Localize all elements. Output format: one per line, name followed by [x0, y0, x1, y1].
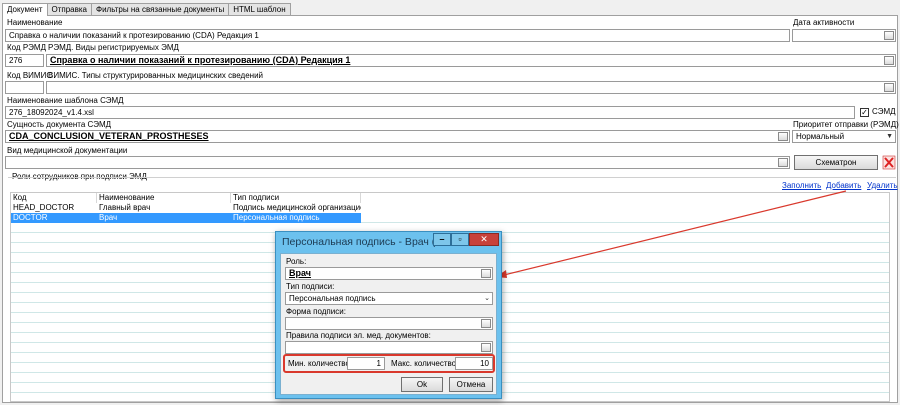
role-label: Роль: [286, 257, 307, 266]
rules-select-button[interactable] [481, 343, 491, 352]
cancel-button[interactable]: Отмена [449, 377, 493, 392]
min-count-label: Мин. количество: [288, 359, 353, 368]
maximize-icon[interactable]: ▫ [451, 233, 469, 246]
sign-type-value: Персональная подпись [289, 294, 376, 303]
sign-form-label: Форма подписи: [286, 307, 346, 316]
role-select-button[interactable] [481, 269, 491, 278]
dialog-body: Роль: Врач Тип подписи: Персональная под… [280, 253, 497, 395]
tab-document[interactable]: Документ [2, 3, 48, 16]
minimize-icon[interactable]: – [433, 233, 451, 246]
role-value: Врач [289, 268, 312, 278]
max-count-field[interactable]: 10 [455, 357, 493, 370]
max-count-label: Макс. количество: [391, 359, 459, 368]
sign-type-label: Тип подписи: [286, 282, 335, 291]
close-icon[interactable]: ✕ [469, 233, 499, 246]
sign-type-select[interactable]: Персональная подпись ⌄ [285, 292, 493, 305]
chevron-down-icon: ⌄ [484, 295, 490, 302]
ok-button[interactable]: Ok [401, 377, 443, 392]
role-field[interactable]: Врач [285, 267, 493, 280]
rules-label: Правила подписи эл. мед. документов: [286, 331, 431, 340]
min-count-field[interactable]: 1 [347, 357, 385, 370]
personal-signature-dialog: Персональная подпись - Врач (С... – ▫ ✕ … [275, 231, 502, 399]
sign-form-field[interactable] [285, 317, 493, 330]
sign-form-select-button[interactable] [481, 319, 491, 328]
dialog-title: Персональная подпись - Врач (С... [282, 236, 452, 248]
rules-field[interactable] [285, 341, 493, 354]
